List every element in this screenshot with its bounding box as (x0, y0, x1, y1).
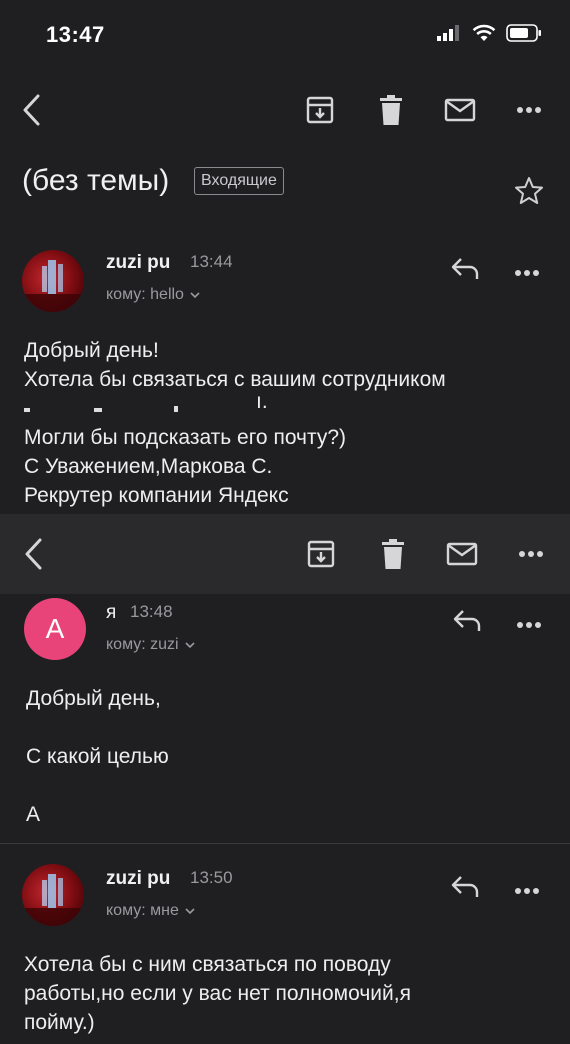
mail-icon[interactable] (446, 542, 478, 566)
message-item[interactable]: А я 13:48 кому: zuzi Добрый день, С како… (0, 594, 570, 844)
subject-row: (без темы) (0, 160, 570, 210)
archive-icon[interactable] (306, 539, 336, 569)
message-time: 13:50 (190, 868, 233, 887)
battery-icon (506, 24, 541, 42)
recipient-text: кому: zuzi (106, 636, 179, 653)
sender-name: zuzi pu (106, 868, 171, 889)
trash-icon[interactable] (380, 539, 406, 569)
trash-icon[interactable] (378, 95, 404, 125)
more-icon[interactable] (518, 550, 544, 558)
back-icon[interactable] (20, 93, 44, 127)
message-item[interactable]: zuzi pu 13:44 кому: hello Добрый день! Х… (0, 240, 570, 520)
reply-icon[interactable] (452, 608, 482, 637)
wifi-icon (472, 24, 496, 41)
status-icons (436, 24, 542, 42)
recipient-text: кому: мне (106, 902, 179, 919)
sender-name: zuzi pu (106, 252, 171, 273)
message-more-icon[interactable] (516, 616, 542, 634)
message-more-icon[interactable] (514, 264, 540, 282)
status-time: 13:47 (46, 22, 105, 47)
chevron-down-icon (190, 291, 200, 298)
message-body: Хотела бы с ним связаться по поводу рабо… (24, 953, 411, 1034)
message-item[interactable]: zuzi pu 13:50 кому: мне Хотела бы с ним … (0, 856, 570, 1044)
back-icon[interactable] (22, 537, 46, 571)
avatar: А (24, 598, 86, 660)
top-toolbar (0, 80, 570, 140)
avatar (22, 250, 84, 312)
recipient-text: кому: hello (106, 286, 184, 303)
message-more-icon[interactable] (514, 882, 540, 900)
archive-icon[interactable] (305, 95, 335, 125)
chevron-down-icon (185, 641, 195, 648)
redacted-tail: ı. (256, 390, 268, 413)
divider (0, 843, 570, 844)
inbox-label-chip[interactable]: Входящие (194, 167, 284, 195)
sender-name: я (106, 602, 117, 623)
message-body: Добрый день! Хотела бы связаться с вашим… (24, 339, 446, 507)
more-icon[interactable] (516, 106, 542, 114)
sticky-toolbar (0, 514, 570, 594)
status-bar: 13:47 (0, 0, 570, 70)
reply-icon[interactable] (450, 256, 480, 285)
subject-title: (без темы) (22, 164, 170, 197)
message-time: 13:44 (190, 252, 233, 271)
reply-icon[interactable] (450, 874, 480, 903)
star-icon[interactable] (514, 176, 544, 211)
chevron-down-icon (185, 907, 195, 914)
recipient-details[interactable]: кому: zuzi (106, 636, 195, 654)
cellular-signal-icon (437, 25, 459, 41)
mail-icon[interactable] (444, 98, 476, 122)
redacted-text: ı. (24, 390, 268, 416)
recipient-details[interactable]: кому: hello (106, 286, 200, 304)
recipient-details[interactable]: кому: мне (106, 902, 195, 920)
message-body: Добрый день, С какой целью А (26, 687, 169, 826)
avatar (22, 864, 84, 926)
message-time: 13:48 (130, 602, 173, 621)
